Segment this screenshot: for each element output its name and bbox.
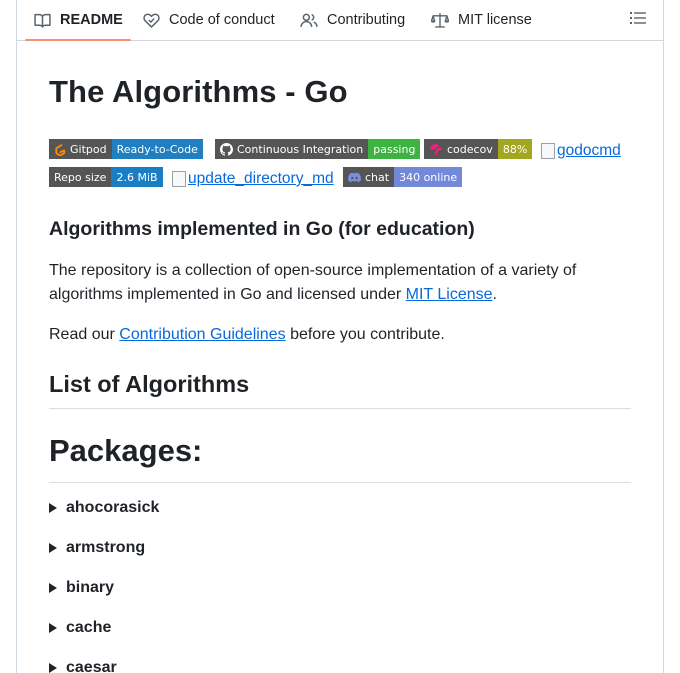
gitpod-icon: [55, 143, 66, 156]
heading-divider: [49, 482, 631, 483]
update-directory-image-link[interactable]: update_directory_md: [172, 170, 334, 188]
package-ahocorasick[interactable]: ahocorasick: [49, 499, 159, 517]
repo-size-badge[interactable]: Repo size 2.6 MiB: [49, 167, 163, 187]
badge-value: 2.6 MiB: [111, 167, 163, 187]
tab-label: Code of conduct: [169, 12, 275, 28]
package-cache[interactable]: cache: [49, 619, 111, 637]
badge-value: passing: [368, 139, 421, 159]
page-title: The Algorithms - Go: [49, 74, 348, 109]
readme-panel: README Code of conduct Contributing MIT …: [16, 0, 664, 673]
book-icon: [33, 11, 51, 29]
contribution-note: Read our Contribution Guidelines before …: [49, 326, 445, 343]
tab-mit-license[interactable]: MIT license: [431, 0, 532, 40]
list-of-algorithms-heading: List of Algorithms: [49, 371, 250, 397]
code-of-conduct-icon: [142, 11, 160, 29]
disclosure-triangle-icon: [49, 623, 57, 633]
package-armstrong[interactable]: armstrong: [49, 539, 145, 557]
discord-chat-badge[interactable]: chat 340 online: [343, 167, 463, 187]
codecov-badge[interactable]: codecov 88%: [424, 139, 533, 159]
disclosure-triangle-icon: [49, 503, 57, 513]
list-unordered-icon: [630, 11, 646, 30]
discord-icon: [348, 172, 361, 182]
badge-value: Ready-to-Code: [111, 139, 203, 159]
badge-value: 88%: [497, 139, 533, 159]
mit-license-link[interactable]: MIT License: [406, 286, 493, 303]
package-binary[interactable]: binary: [49, 579, 114, 597]
people-icon: [300, 11, 318, 29]
package-caesar[interactable]: caesar: [49, 659, 117, 673]
disclosure-triangle-icon: [49, 543, 57, 553]
readme-subtitle: Algorithms implemented in Go (for educat…: [49, 218, 475, 240]
packages-heading: Packages:: [49, 433, 203, 468]
readme-description: The repository is a collection of open-s…: [49, 262, 577, 303]
tab-readme[interactable]: README: [25, 0, 131, 41]
disclosure-triangle-icon: [49, 663, 57, 673]
badge-value: 340 online: [394, 167, 463, 187]
outline-button[interactable]: [627, 9, 649, 31]
readme-tab-bar: README Code of conduct Contributing MIT …: [17, 0, 663, 41]
disclosure-triangle-icon: [49, 583, 57, 593]
tab-contributing[interactable]: Contributing: [300, 0, 405, 40]
tab-label: MIT license: [458, 12, 532, 28]
codecov-icon: [430, 143, 442, 155]
heading-divider: [49, 408, 631, 409]
law-scale-icon: [431, 11, 449, 29]
broken-image-icon: [541, 143, 555, 159]
tab-code-of-conduct[interactable]: Code of conduct: [142, 0, 275, 40]
broken-image-icon: [172, 171, 186, 187]
gitpod-badge[interactable]: Gitpod Ready-to-Code: [49, 139, 203, 159]
github-icon: [220, 142, 233, 156]
godocmd-image-link[interactable]: godocmd: [541, 142, 621, 160]
tab-label: Contributing: [327, 12, 406, 28]
ci-badge[interactable]: Continuous Integration passing: [215, 139, 421, 159]
tab-label: README: [60, 12, 123, 28]
contribution-guidelines-link[interactable]: Contribution Guidelines: [119, 326, 285, 343]
